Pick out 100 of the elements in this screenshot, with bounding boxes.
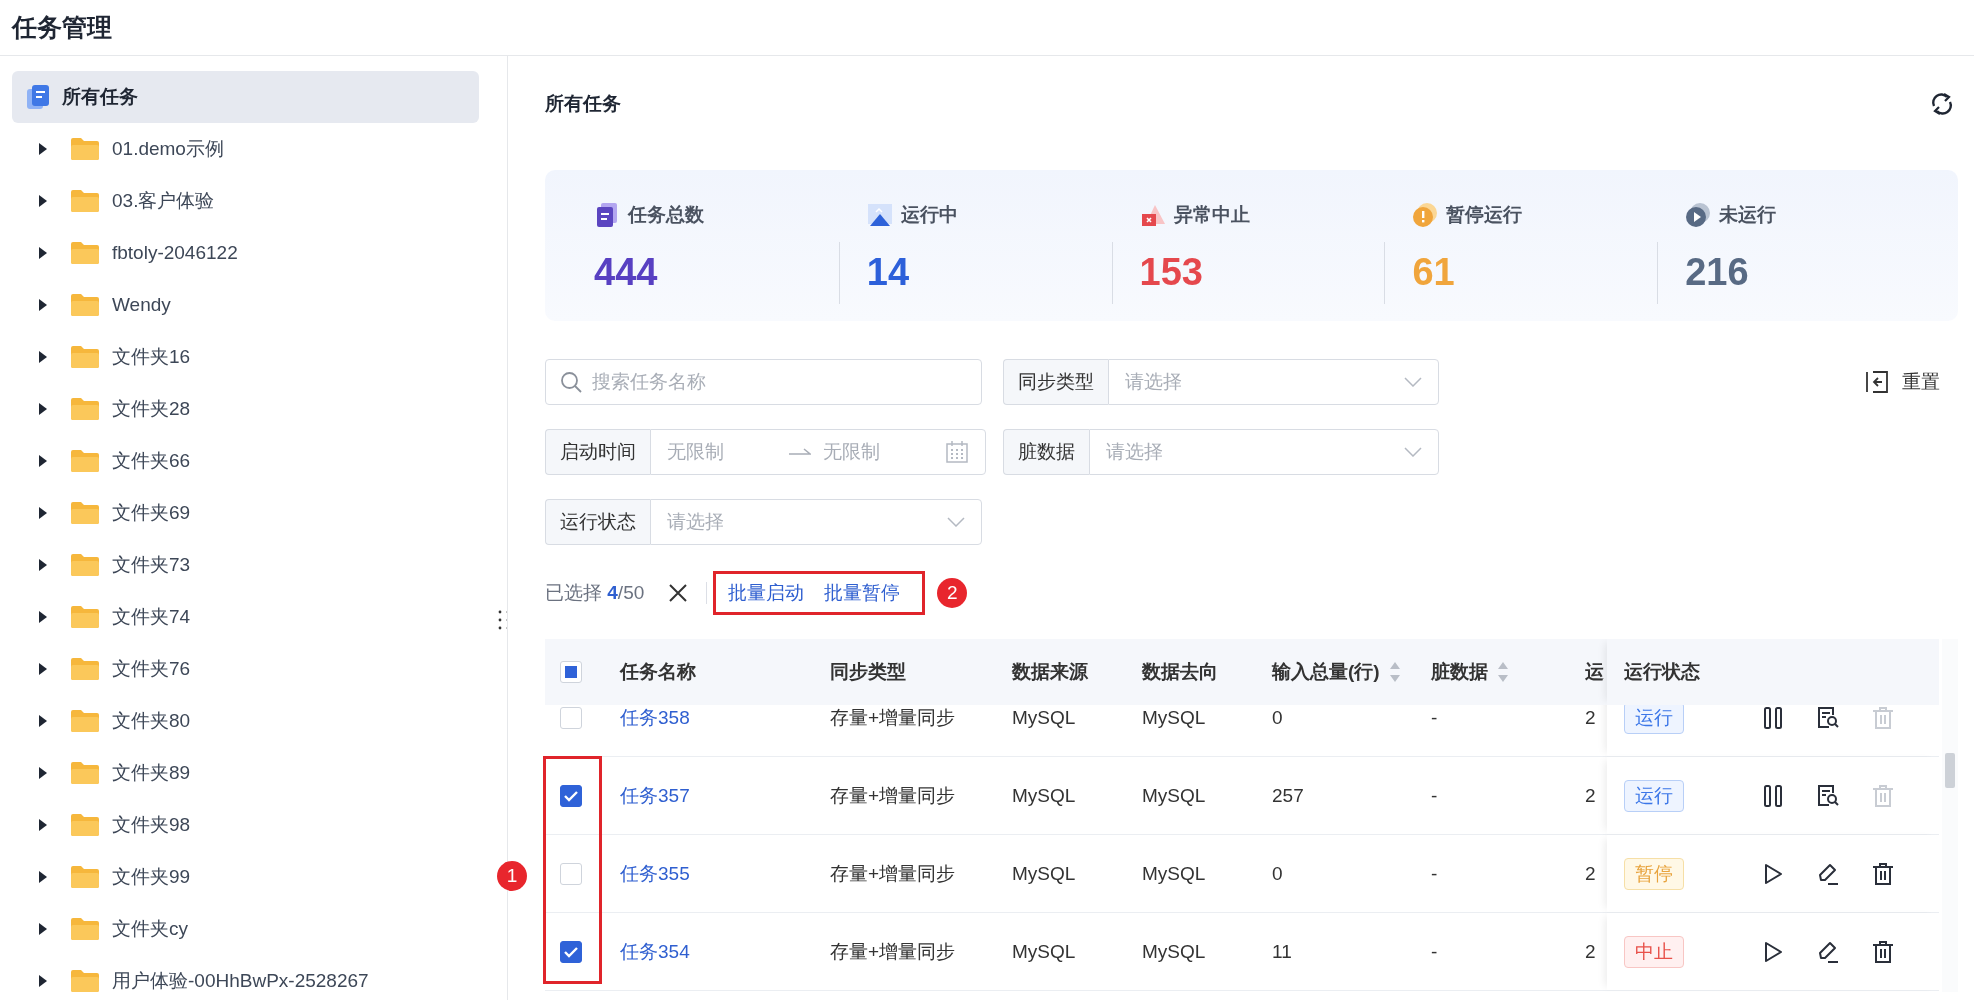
caret-icon	[38, 663, 48, 675]
select-field[interactable]: 请选择	[1089, 429, 1439, 475]
document-search-icon[interactable]	[1816, 783, 1840, 808]
tree-item[interactable]: 文件夹74	[12, 591, 479, 643]
search-field[interactable]: 搜索任务名称	[545, 359, 982, 405]
scrollbar[interactable]	[1942, 639, 1958, 992]
field-label: 同步类型	[1003, 359, 1108, 405]
tree-item[interactable]: 文件夹69	[12, 487, 479, 539]
chevron-down-icon	[1404, 377, 1422, 387]
column-header: 数据去向	[1142, 660, 1219, 684]
field-label: 运行状态	[545, 499, 650, 545]
select-field[interactable]: 请选择	[650, 499, 982, 545]
task-name-link[interactable]: 任务354	[620, 940, 690, 962]
task-name-link[interactable]: 任务355	[620, 862, 690, 884]
table-cell: 257	[1272, 784, 1304, 806]
callout-badge: 1	[497, 861, 527, 891]
table-cell: 存量+增量同步	[830, 784, 956, 806]
table-cell: 存量+增量同步	[830, 862, 956, 884]
select-input[interactable]: 请选择	[1123, 370, 1404, 394]
check-icon	[564, 945, 578, 958]
stat-label: 未运行	[1719, 203, 1777, 227]
tree-item[interactable]: Wendy	[12, 279, 479, 331]
stat-label: 暂停运行	[1446, 203, 1523, 227]
date-input[interactable]: 无限制	[665, 440, 779, 464]
tree-item[interactable]: 文件夹cy	[12, 903, 479, 955]
status-tag: 中止	[1624, 935, 1684, 968]
tree-item[interactable]: 用户体验-00HhBwPx-2528267	[12, 955, 479, 1000]
tree-item[interactable]: 文件夹98	[12, 799, 479, 851]
sidebar-item[interactable]: 所有任务	[12, 71, 479, 123]
table-cell: MySQL	[1012, 862, 1076, 884]
refresh-icon[interactable]	[1930, 92, 1954, 116]
caret-icon	[38, 507, 48, 519]
caret-icon	[38, 975, 48, 987]
column-header[interactable]: 脏数据	[1431, 659, 1522, 685]
caret-icon	[38, 819, 48, 831]
tree-item[interactable]: 文件夹28	[12, 383, 479, 435]
tree-item[interactable]: 01.demo示例	[12, 123, 479, 175]
table-cell: 11	[1272, 940, 1292, 962]
table-cell: 2	[1585, 940, 1596, 962]
play-icon	[1685, 202, 1712, 228]
reset-button[interactable]: 重置	[1866, 359, 1958, 405]
play-icon[interactable]	[1762, 939, 1784, 964]
column-header: 任务名称	[620, 660, 697, 684]
batch-action-link[interactable]: 批量暂停	[824, 580, 901, 606]
pencil-icon[interactable]	[1816, 939, 1840, 964]
caret-icon	[38, 455, 48, 467]
task-name-link[interactable]: 任务357	[620, 784, 690, 806]
caret-icon	[38, 195, 48, 207]
clear-selection-button[interactable]	[668, 583, 689, 603]
task-name-link[interactable]: 任务358	[620, 706, 690, 728]
table-cell: MySQL	[1142, 706, 1206, 728]
status-tag: 运行	[1624, 705, 1684, 734]
folder-icon	[70, 397, 100, 421]
select-field[interactable]: 请选择	[1108, 359, 1439, 405]
folder-icon	[70, 865, 100, 889]
column-header[interactable]: 输入总量(行)	[1272, 659, 1414, 685]
tree-item[interactable]: 文件夹89	[12, 747, 479, 799]
tree-item[interactable]: 文件夹66	[12, 435, 479, 487]
date-input[interactable]: 无限制	[821, 440, 935, 464]
tree-item[interactable]: 03.客户体验	[12, 175, 479, 227]
select-input[interactable]: 请选择	[665, 510, 947, 534]
row-checkbox[interactable]	[560, 940, 582, 963]
check-icon	[564, 789, 578, 802]
folder-icon	[70, 293, 100, 317]
date-range-field[interactable]: 无限制 无限制	[650, 429, 986, 475]
tree-item[interactable]: 文件夹80	[12, 695, 479, 747]
select-input[interactable]: 请选择	[1104, 440, 1404, 464]
row-checkbox[interactable]	[560, 784, 582, 807]
table-cell: 存量+增量同步	[830, 706, 956, 728]
folder-icon	[70, 813, 100, 837]
caret-icon	[38, 767, 48, 779]
trash-icon[interactable]	[1872, 939, 1894, 964]
pause-icon[interactable]	[1762, 705, 1784, 730]
stat-label: 运行中	[900, 203, 958, 227]
caret-icon	[38, 923, 48, 935]
trash-icon[interactable]	[1872, 861, 1894, 886]
document-search-icon[interactable]	[1816, 705, 1840, 730]
status-tag: 暂停	[1624, 857, 1684, 890]
caret-icon	[38, 351, 48, 363]
folder-icon	[70, 345, 100, 369]
pencil-icon[interactable]	[1816, 861, 1840, 886]
tree-item[interactable]: 文件夹99	[12, 851, 479, 903]
tree-item[interactable]: 文件夹73	[12, 539, 479, 591]
field-label: 脏数据	[1003, 429, 1089, 475]
table-cell: -	[1431, 784, 1438, 806]
search-input[interactable]: 搜索任务名称	[590, 370, 967, 394]
tree-item[interactable]: 文件夹16	[12, 331, 479, 383]
play-icon[interactable]	[1762, 861, 1784, 886]
caret-icon	[38, 715, 48, 727]
table-cell: -	[1431, 862, 1438, 884]
tree-item[interactable]: fbtoly-2046122	[12, 227, 479, 279]
folder-icon	[70, 709, 100, 733]
selection-count: 已选择 4/50	[545, 581, 645, 605]
pause-icon[interactable]	[1762, 783, 1784, 808]
page-title: 任务管理	[12, 12, 112, 43]
select-all-checkbox[interactable]	[560, 661, 582, 683]
folder-icon	[70, 449, 100, 473]
batch-action-link[interactable]: 批量启动	[728, 580, 805, 606]
tree-item[interactable]: 文件夹76	[12, 643, 479, 695]
caret-icon	[38, 559, 48, 571]
